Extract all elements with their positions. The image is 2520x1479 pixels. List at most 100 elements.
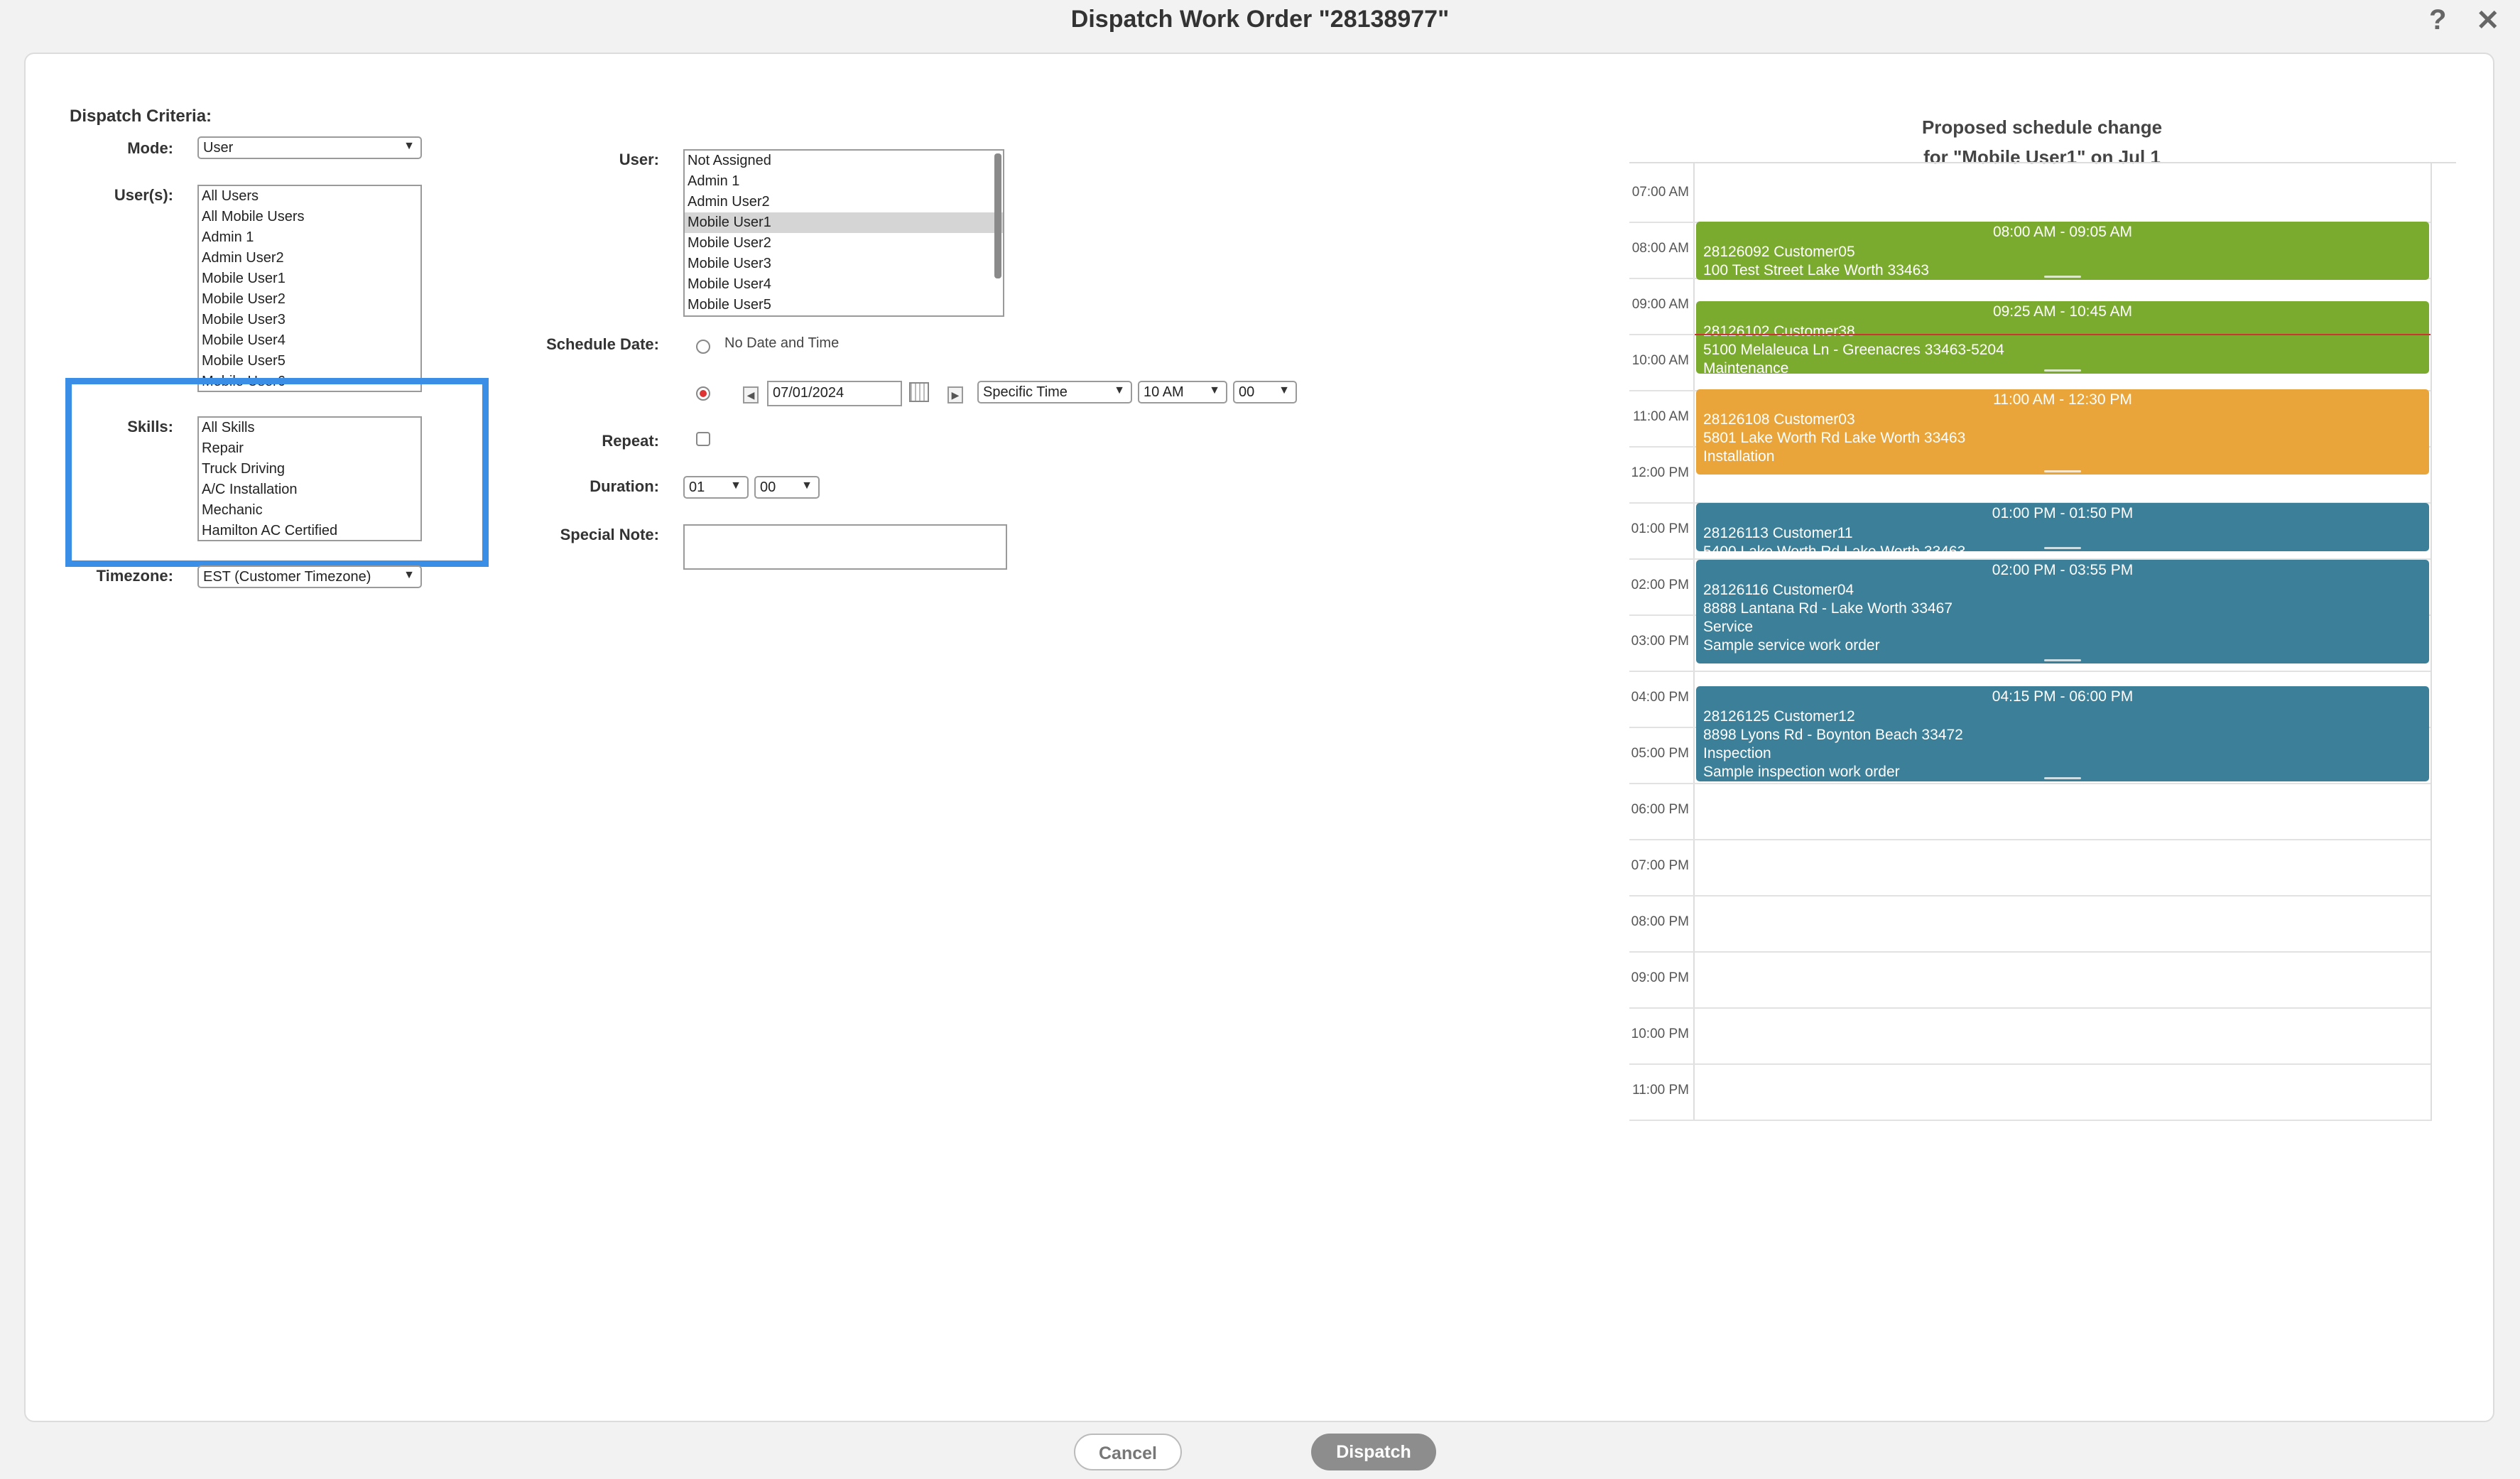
event-detail-line: 28126116 Customer04 <box>1703 582 1854 598</box>
no-date-label: No Date and Time <box>724 335 840 351</box>
resize-handle[interactable] <box>2044 276 2081 278</box>
event-detail-line: 28126102 Customer38 <box>1703 323 1855 340</box>
schedule-date-label: Schedule Date: <box>546 335 659 353</box>
users-option[interactable]: All Mobile Users <box>199 207 420 227</box>
calendar-event[interactable]: 02:00 PM - 03:55 PM 28126116 Customer04 88… <box>1696 560 2429 663</box>
users-option[interactable]: Mobile User1 <box>199 269 420 289</box>
special-note-label: Special Note: <box>560 526 659 543</box>
chevron-down-icon: ▼ <box>801 480 813 492</box>
event-detail-line: 28126113 Customer11 <box>1703 525 1853 541</box>
calendar-hour-line <box>1629 839 2431 840</box>
users-option[interactable]: Admin User2 <box>199 248 420 269</box>
event-time: 04:15 PM - 06:00 PM <box>1992 688 2134 705</box>
calendar-hour-label: 09:00 PM <box>1631 970 1689 985</box>
dispatch-button[interactable]: Dispatch <box>1311 1434 1436 1470</box>
calendar-title-line1: Proposed schedule change <box>1921 117 2163 138</box>
event-detail-line: Installation <box>1703 448 1775 465</box>
calendar-event[interactable]: 08:00 AM - 09:05 AM 28126092 Customer05 10… <box>1696 222 2429 280</box>
skills-option[interactable]: Hamilton AC Certified <box>199 521 420 540</box>
calendar-event[interactable]: 11:00 AM - 12:30 PM 28126108 Customer03 58… <box>1696 389 2429 475</box>
user-listbox-scrollbar[interactable] <box>994 153 1001 278</box>
hour-select[interactable]: 10 AM ▼ <box>1138 381 1227 403</box>
user-option[interactable]: Not Assigned <box>685 151 1003 171</box>
event-detail-line: 28126108 Customer03 <box>1703 411 1855 428</box>
calendar-right-border <box>2431 163 2432 1121</box>
event-detail-line: 28126125 Customer12 <box>1703 708 1855 725</box>
users-option[interactable]: Mobile User4 <box>199 330 420 351</box>
users-option[interactable]: Mobile User5 <box>199 351 420 372</box>
no-date-radio[interactable] <box>696 340 710 354</box>
specific-date-radio[interactable] <box>696 386 710 401</box>
users-option[interactable]: Mobile User2 <box>199 289 420 310</box>
event-time: 02:00 PM - 03:55 PM <box>1992 562 2134 578</box>
cancel-button[interactable]: Cancel <box>1074 1434 1182 1470</box>
user-option[interactable]: Admin 1 <box>685 171 1003 192</box>
dispatch-criteria-heading: Dispatch Criteria: <box>70 107 212 126</box>
skills-listbox[interactable]: All Skills Repair Truck Driving A/C Inst… <box>197 416 422 541</box>
duration-hours-select[interactable]: 01 ▼ <box>683 476 749 499</box>
calendar-hour-label: 01:00 PM <box>1631 521 1689 536</box>
mode-select-value: User <box>203 140 234 156</box>
prev-date-icon[interactable]: ◀ <box>743 386 759 403</box>
event-detail-line: Maintenance <box>1703 360 1789 374</box>
skills-option[interactable]: All Skills <box>199 418 420 438</box>
calendar-icon[interactable] <box>909 382 929 402</box>
chevron-down-icon: ▼ <box>1209 384 1220 396</box>
calendar-hour-label: 07:00 AM <box>1631 185 1689 200</box>
repeat-label: Repeat: <box>602 432 659 450</box>
chevron-down-icon: ▼ <box>730 480 742 492</box>
calendar-event[interactable]: 04:15 PM - 06:00 PM 28126125 Customer12 88… <box>1696 686 2429 781</box>
question-icon[interactable]: ? <box>2429 4 2446 36</box>
calendar-hour-line <box>1629 671 2431 672</box>
user-option-selected[interactable]: Mobile User1 <box>685 212 1003 233</box>
duration-hours-value: 01 <box>689 480 705 495</box>
skills-option[interactable]: Mechanic <box>199 500 420 521</box>
user-option[interactable]: Mobile User4 <box>685 274 1003 295</box>
user-option[interactable]: Mobile User2 <box>685 233 1003 254</box>
chevron-down-icon: ▼ <box>403 140 415 152</box>
skills-option[interactable]: A/C Installation <box>199 480 420 500</box>
calendar-hour-label: 07:00 PM <box>1631 858 1689 873</box>
user-option[interactable]: Mobile User3 <box>685 254 1003 274</box>
calendar-event[interactable]: 01:00 PM - 01:50 PM28126113 Customer1154… <box>1696 503 2429 551</box>
calendar-hour-label: 03:00 PM <box>1631 634 1689 649</box>
user-option[interactable]: Admin User2 <box>685 192 1003 212</box>
skills-option[interactable]: Truck Driving <box>199 459 420 480</box>
close-icon[interactable]: ✕ <box>2476 4 2500 37</box>
event-detail-line: 8898 Lyons Rd - Boynton Beach 33472 <box>1703 727 1963 743</box>
skills-option[interactable]: Repair <box>199 438 420 459</box>
repeat-checkbox[interactable] <box>696 432 710 446</box>
calendar-hour-line <box>1629 951 2431 953</box>
calendar-hour-label: 09:00 AM <box>1631 297 1689 312</box>
user-listbox[interactable]: Not Assigned Admin 1 Admin User2 Mobile … <box>683 149 1004 317</box>
calendar-hour-label: 10:00 AM <box>1631 353 1689 368</box>
dialog-title: Dispatch Work Order "28138977" <box>1070 6 1450 33</box>
timezone-select[interactable]: EST (Customer Timezone) ▼ <box>197 565 422 588</box>
special-note-textarea[interactable] <box>683 524 1007 570</box>
resize-handle[interactable] <box>2044 547 2081 549</box>
calendar-hour-label: 06:00 PM <box>1631 802 1689 817</box>
time-mode-select[interactable]: Specific Time ▼ <box>977 381 1132 403</box>
date-input[interactable]: 07/01/2024 <box>767 381 902 406</box>
users-option[interactable]: Admin 1 <box>199 227 420 248</box>
resize-handle[interactable] <box>2044 777 2081 779</box>
users-option[interactable]: Mobile User3 <box>199 310 420 330</box>
calendar-hour-label: 12:00 PM <box>1631 465 1689 480</box>
duration-minutes-select[interactable]: 00 ▼ <box>754 476 820 499</box>
event-time: 09:25 AM - 10:45 AM <box>1992 303 2133 320</box>
timezone-label: Timezone: <box>96 567 173 585</box>
resize-handle[interactable] <box>2044 659 2081 661</box>
resize-handle[interactable] <box>2044 470 2081 472</box>
next-date-icon[interactable]: ▶ <box>947 386 963 403</box>
calendar-event[interactable]: 09:25 AM - 10:45 AM 28126102 Customer38 51… <box>1696 301 2429 374</box>
calendar-hour-line <box>1629 895 2431 896</box>
user-option[interactable]: Mobile User5 <box>685 295 1003 315</box>
users-option[interactable]: All Users <box>199 186 420 207</box>
minute-select[interactable]: 00 ▼ <box>1233 381 1297 403</box>
skills-label: Skills: <box>127 418 173 435</box>
chevron-down-icon: ▼ <box>403 569 415 581</box>
mode-select[interactable]: User ▼ <box>197 136 422 159</box>
resize-handle[interactable] <box>2044 369 2081 372</box>
timezone-select-value: EST (Customer Timezone) <box>203 569 371 585</box>
users-listbox[interactable]: All Users All Mobile Users Admin 1 Admin… <box>197 185 422 392</box>
